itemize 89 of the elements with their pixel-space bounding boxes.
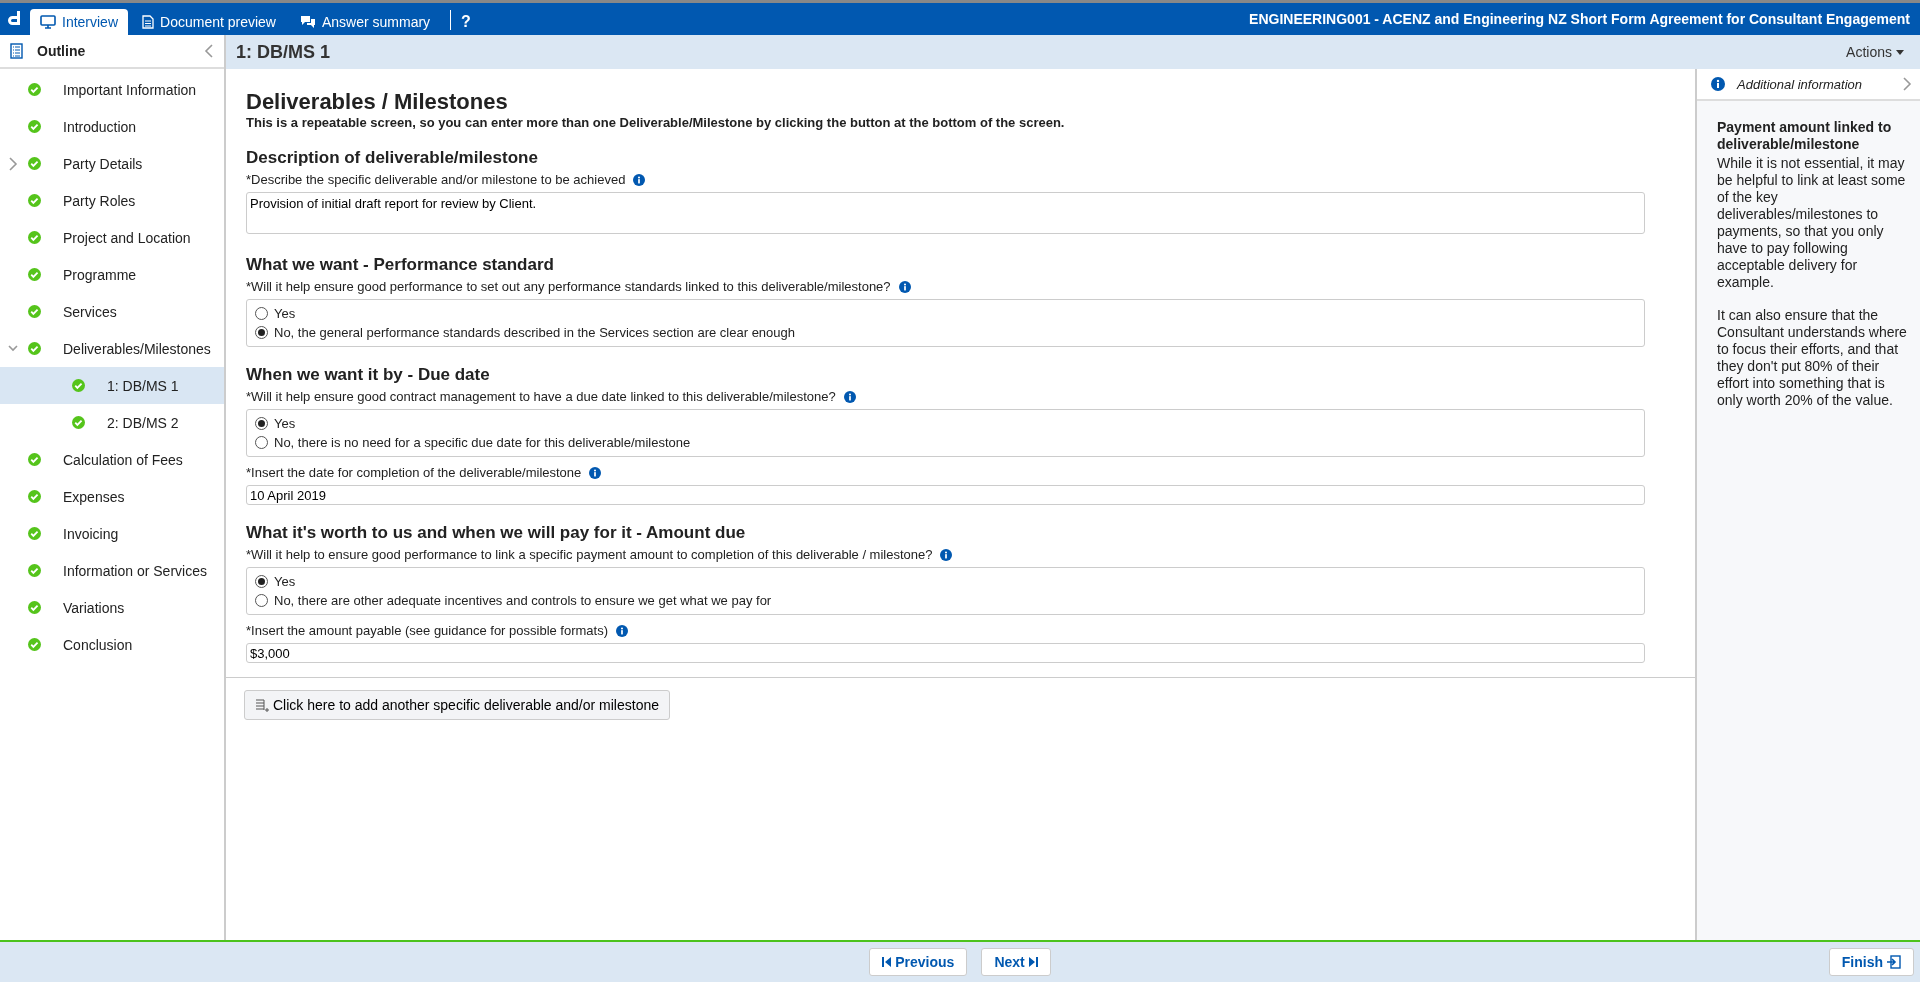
info-heading: Payment amount linked to deliverable/milestone (1717, 119, 1893, 153)
question-label: *Describe the specific deliverable and/or milestone to be achieved (246, 172, 626, 187)
check-circle-icon (28, 268, 41, 281)
outline-item[interactable]: Party Details (0, 145, 224, 182)
chevron-right-icon[interactable] (8, 156, 18, 171)
input-field[interactable]: $3,000 (246, 643, 1645, 663)
info-icon[interactable] (589, 466, 602, 479)
info-icon[interactable] (898, 280, 911, 293)
actions-menu[interactable]: Actions (1840, 43, 1910, 61)
check-circle-icon (28, 490, 41, 503)
outline-item[interactable]: Calculation of Fees (0, 441, 224, 478)
outline-item[interactable]: 1: DB/MS 1 (0, 367, 224, 404)
outline-item[interactable]: 2: DB/MS 2 (0, 404, 224, 441)
outline-item[interactable]: Conclusion (0, 626, 224, 663)
add-item-button[interactable]: Click here to add another specific deliverable and/or milestone (244, 690, 670, 720)
outline-item[interactable]: Expenses (0, 478, 224, 515)
check-circle-icon (28, 231, 41, 244)
section-heading: What we want - Performance standard (246, 255, 555, 275)
skip-back-icon (882, 957, 892, 967)
check-circle-icon (28, 453, 41, 466)
help-button[interactable]: ? (457, 13, 475, 31)
next-button[interactable]: Next (981, 948, 1051, 976)
check-circle-icon (28, 120, 41, 133)
document-title: ENGINEERING001 - ACENZ and Engineering NZ Short Form Agreement for Consultant Engagement (1249, 11, 1910, 27)
form-intro: This is a repeatable screen, so you can enter more than one Deliverable/Milestone by clicking the button at the bottom of the screen. (246, 115, 1066, 130)
check-circle-icon (28, 564, 41, 577)
outline-item[interactable]: Deliverables/Milestones (0, 330, 224, 367)
info-icon[interactable] (940, 548, 953, 561)
info-icon[interactable] (843, 390, 856, 403)
list-icon (10, 43, 23, 59)
previous-button[interactable]: Previous (869, 948, 968, 976)
info-icon[interactable] (633, 173, 646, 186)
nav-tab[interactable]: Document preview (132, 9, 286, 35)
question-label: *Will it help ensure good performance to set out any performance standards linked to this deliverable/milestone? (246, 279, 891, 294)
info-icon[interactable] (616, 624, 629, 637)
finish-button[interactable]: Finish (1828, 948, 1914, 976)
info-icon[interactable] (1711, 77, 1725, 91)
sign-in-icon (1887, 955, 1901, 969)
check-circle-icon (28, 601, 41, 614)
check-circle-icon (28, 342, 41, 355)
chat-icon (299, 15, 316, 29)
outline-title: Outline (37, 43, 87, 59)
outline-item[interactable]: Variations (0, 589, 224, 626)
answer-field[interactable]: Provision of initial draft report for review by Client. (246, 192, 1645, 234)
caret-down-icon (1896, 49, 1904, 55)
nav-tab[interactable]: Answer summary (289, 9, 441, 35)
chevron-left-icon[interactable] (204, 44, 214, 58)
option-label: Yes (274, 574, 296, 589)
document-icon (142, 15, 155, 29)
section-heading: What it's worth to us and when we will pay for it - Amount due (246, 523, 747, 543)
question-label: *Will it help to ensure good performance to link a specific payment amount to completion of this deliverable / milestone? (246, 547, 933, 562)
option-label: Yes (274, 416, 296, 431)
outline-item[interactable]: Invoicing (0, 515, 224, 552)
info-paragraph: While it is not essential, it may be helpful to link at least some of the key deliverables/milestones to payments, so that you only have to pay following acceptable delivery for example. (1717, 155, 1907, 291)
outline-item[interactable]: Information or Services (0, 552, 224, 589)
form-title: Deliverables / Milestones (246, 89, 509, 115)
logo-icon (6, 10, 22, 26)
question-label: *Will it help ensure good contract management to have a due date linked to this deliverable/milestone? (246, 389, 836, 404)
outline-item[interactable]: Party Roles (0, 182, 224, 219)
check-circle-icon (28, 83, 41, 96)
monitor-icon (40, 15, 56, 29)
question-label: *Insert the amount payable (see guidance for possible formats) (246, 623, 609, 638)
check-circle-icon (28, 527, 41, 540)
panel-title: Additional information (1737, 76, 1864, 92)
section-heading: Description of deliverable/milestone (246, 148, 539, 168)
option-label: Yes (274, 306, 296, 321)
section-heading: When we want it by - Due date (246, 365, 491, 385)
page-title: 1: DB/MS 1 (236, 41, 332, 63)
nav-tab[interactable]: Interview (30, 9, 129, 35)
check-circle-icon (72, 416, 85, 429)
check-circle-icon (28, 157, 41, 170)
outline-item[interactable]: Important Information (0, 71, 224, 108)
option-label: No, the general performance standards described in the Services section are clear enough (274, 325, 796, 340)
check-circle-icon (28, 305, 41, 318)
outline-item[interactable]: Services (0, 293, 224, 330)
outline-item[interactable]: Introduction (0, 108, 224, 145)
outline-item[interactable]: Programme (0, 256, 224, 293)
check-circle-icon (72, 379, 85, 392)
option-label: No, there is no need for a specific due date for this deliverable/milestone (274, 435, 691, 450)
add-list-icon (255, 697, 269, 713)
question-label: *Insert the date for completion of the deliverable/milestone (246, 465, 582, 480)
outline-item[interactable]: Project and Location (0, 219, 224, 256)
option-label: No, there are other adequate incentives and controls to ensure we get what we pay for (274, 593, 772, 608)
check-circle-icon (28, 638, 41, 651)
skip-forward-icon (1028, 957, 1038, 967)
input-field[interactable]: 10 April 2019 (246, 485, 1645, 505)
check-circle-icon (28, 194, 41, 207)
chevron-right-icon[interactable] (1902, 77, 1912, 91)
info-paragraph: It can also ensure that the Consultant understands where to focus their efforts, and that they don't put 80% of their effort into something that is only worth 20% of the value. (1717, 307, 1908, 409)
